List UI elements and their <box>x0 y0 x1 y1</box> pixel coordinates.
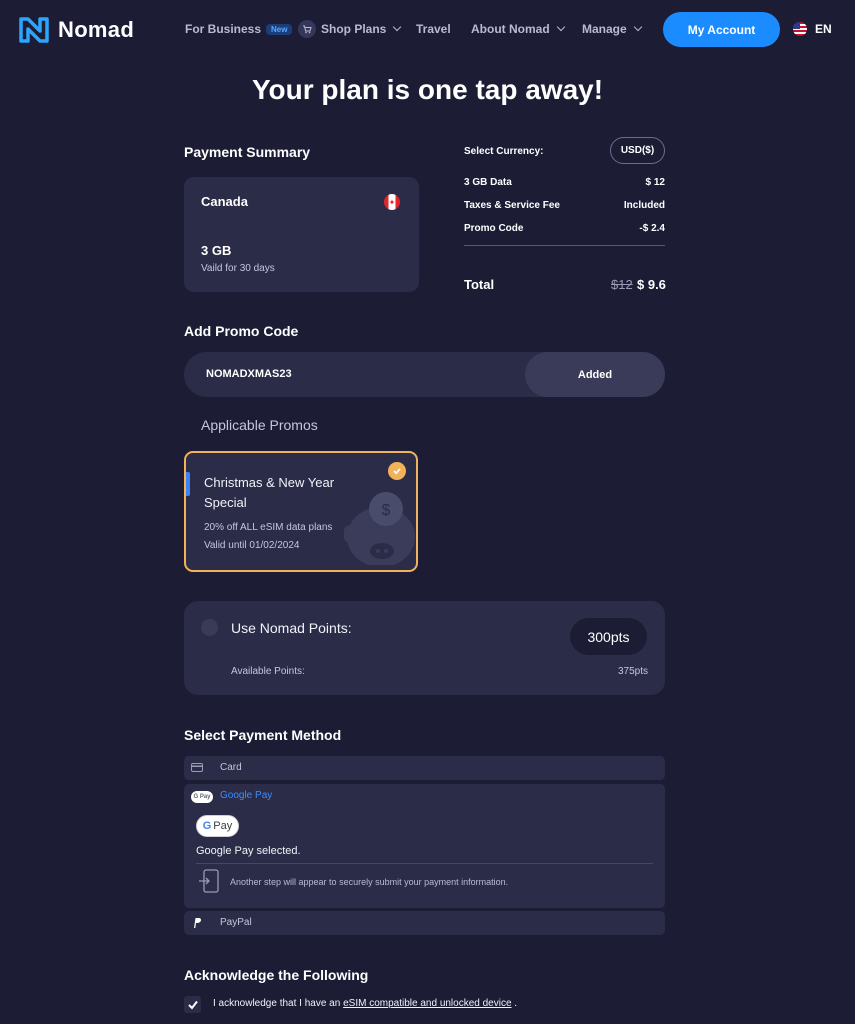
google-pay-selected-text: Google Pay selected. <box>196 845 301 857</box>
use-points-radio[interactable] <box>201 619 218 636</box>
chevron-down-icon <box>393 22 402 32</box>
currency-label: Select Currency: <box>464 146 544 157</box>
use-points-label: Use Nomad Points: <box>231 620 352 636</box>
promo-added-button[interactable]: Added <box>525 352 665 397</box>
new-badge: New <box>266 23 293 35</box>
top-nav: Nomad For Business New Shop Plans Travel… <box>0 0 855 60</box>
google-pay-chip-icon: G Pay <box>191 791 213 803</box>
nav-about[interactable]: About Nomad <box>471 22 565 36</box>
plan-data: 3 GB <box>201 243 232 258</box>
google-pay-info-text: Another step will appear to securely sub… <box>230 877 509 887</box>
acknowledge-text-after: . <box>511 998 518 1009</box>
payment-divider <box>196 863 653 864</box>
page-title: Your plan is one tap away! <box>251 74 604 105</box>
promo-card-description: 20% off ALL eSIM data plans <box>204 522 333 533</box>
summary-line-label: 3 GB Data <box>464 177 512 188</box>
summary-line-value: $ 12 <box>645 177 665 188</box>
google-pay-button[interactable]: G Pay <box>196 815 239 837</box>
credit-card-icon <box>191 763 203 772</box>
brand-logo[interactable]: Nomad <box>18 15 134 45</box>
my-account-button[interactable]: My Account <box>663 12 780 47</box>
plan-validity: Vaild for 30 days <box>201 263 275 274</box>
chevron-down-icon <box>556 22 565 32</box>
payment-method-title: Select Payment Method <box>184 727 342 743</box>
esim-compatible-link[interactable]: eSIM compatible and unlocked device <box>343 998 511 1009</box>
available-points-value: 375pts <box>617 666 648 677</box>
promo-card[interactable]: $ Christmas & New Year Special 20% off A… <box>184 451 418 572</box>
nomad-logo-icon <box>19 17 49 43</box>
nav-for-business[interactable]: For Business New <box>185 22 293 36</box>
promo-card-title: Christmas & New Year Special <box>204 475 335 510</box>
promo-card-validity: Valid until 01/02/2024 <box>204 540 300 551</box>
nav-shop-plans[interactable]: Shop Plans <box>298 20 402 38</box>
currency-select[interactable]: USD($) <box>610 137 665 164</box>
promo-code-value[interactable]: NOMADXMAS23 <box>206 368 292 380</box>
promo-code-title: Add Promo Code <box>184 323 299 339</box>
payment-option-google-pay[interactable]: G Pay Google Pay G Pay Google Pay select… <box>184 784 665 908</box>
plan-country: Canada <box>201 194 248 209</box>
promo-accent-bar <box>186 472 190 496</box>
svg-text:$: $ <box>382 502 391 519</box>
checkmark-icon <box>388 462 406 480</box>
nav-manage-label: Manage <box>582 22 627 36</box>
payment-summary-title: Payment Summary <box>184 144 311 160</box>
redirect-info-icon <box>199 869 219 893</box>
checkmark-icon <box>187 1000 198 1010</box>
nav-travel[interactable]: Travel <box>416 22 451 36</box>
applicable-promos-title: Applicable Promos <box>201 417 318 433</box>
payment-option-card[interactable]: Card <box>184 756 665 780</box>
nomad-points-card: Use Nomad Points: 300pts Available Point… <box>184 601 665 695</box>
cart-icon <box>298 20 316 38</box>
summary-line-label: Promo Code <box>464 223 524 234</box>
paypal-icon <box>194 918 201 928</box>
acknowledge-title: Acknowledge the Following <box>184 967 369 983</box>
chevron-down-icon <box>633 22 642 32</box>
summary-line-value: -$ 2.4 <box>639 223 665 234</box>
summary-divider <box>464 245 665 246</box>
nav-for-business-label: For Business <box>185 22 262 36</box>
nav-shop-plans-label: Shop Plans <box>321 22 387 36</box>
nav-about-label: About Nomad <box>471 22 550 36</box>
payment-option-label: Google Pay <box>220 790 273 801</box>
language-label: EN <box>815 22 832 36</box>
available-points-label: Available Points: <box>231 666 305 677</box>
plan-card: Canada ✦ 3 GB Vaild for 30 days <box>184 177 419 292</box>
total-label: Total <box>464 277 495 292</box>
us-flag-icon <box>793 22 807 36</box>
canada-flag-icon: ✦ <box>384 194 400 210</box>
payment-option-paypal[interactable]: PayPal <box>184 911 665 935</box>
payment-option-label: Card <box>220 762 242 773</box>
total-original-price: $12 <box>611 277 633 292</box>
nav-travel-label: Travel <box>416 22 451 36</box>
google-pay-button-label: Pay <box>213 820 233 832</box>
acknowledge-text-before: I acknowledge that I have an <box>213 998 344 1009</box>
summary-line-value: Included <box>623 200 665 211</box>
payment-option-label: PayPal <box>220 917 252 928</box>
acknowledge-text: I acknowledge that I have an eSIM compat… <box>213 998 517 1009</box>
brand-name: Nomad <box>58 17 135 42</box>
language-selector[interactable]: EN <box>793 22 832 36</box>
promo-code-field[interactable]: NOMADXMAS23 Added <box>184 352 665 397</box>
google-g-icon: G <box>202 820 212 832</box>
points-amount-input[interactable]: 300pts <box>570 618 647 655</box>
nav-manage[interactable]: Manage <box>582 22 642 36</box>
acknowledge-checkbox[interactable] <box>184 996 201 1013</box>
total-price: $ 9.6 <box>637 277 666 292</box>
summary-line-label: Taxes & Service Fee <box>464 200 560 211</box>
